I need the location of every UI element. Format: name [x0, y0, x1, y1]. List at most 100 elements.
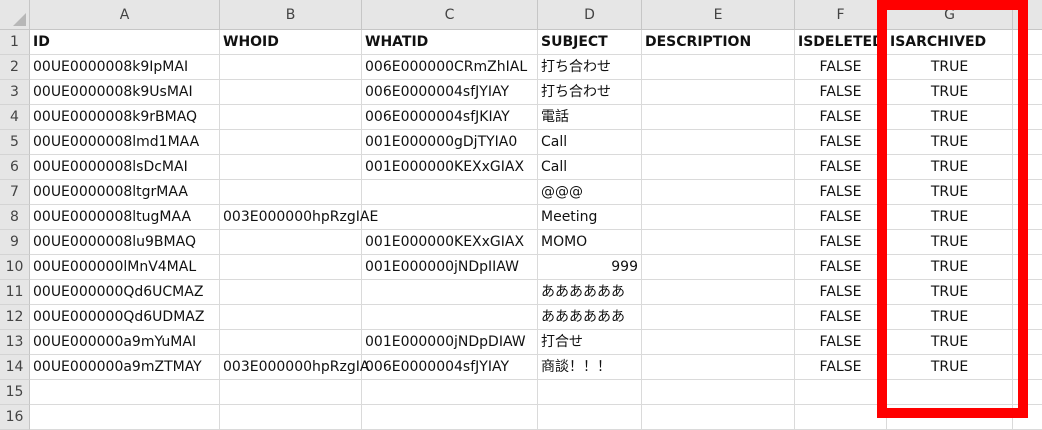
cell-e4[interactable] — [642, 105, 795, 130]
cell-c2[interactable]: 006E000000CRmZhIAL — [362, 55, 538, 80]
row-header-6[interactable]: 6 — [0, 155, 30, 180]
cell-f13[interactable]: FALSE — [795, 330, 887, 355]
cell-b3[interactable] — [220, 80, 362, 105]
cell-b10[interactable] — [220, 255, 362, 280]
cell-c16[interactable] — [362, 405, 538, 430]
cell-filler[interactable] — [1013, 355, 1042, 380]
cell-a4[interactable]: 00UE0000008k9rBMAQ — [30, 105, 220, 130]
cell-e7[interactable] — [642, 180, 795, 205]
cell-b12[interactable] — [220, 305, 362, 330]
cell-g4[interactable]: TRUE — [887, 105, 1013, 130]
row-header-12[interactable]: 12 — [0, 305, 30, 330]
cell-g14[interactable]: TRUE — [887, 355, 1013, 380]
cell-c5[interactable]: 001E000000gDjTYIA0 — [362, 130, 538, 155]
cell-d10[interactable]: 999 — [538, 255, 642, 280]
cell-d6[interactable]: Call — [538, 155, 642, 180]
cell-filler[interactable] — [1013, 55, 1042, 80]
cell-b2[interactable] — [220, 55, 362, 80]
cell-filler[interactable] — [1013, 330, 1042, 355]
cell-a8[interactable]: 00UE0000008ltugMAA — [30, 205, 220, 230]
cell-a1[interactable]: ID — [30, 30, 220, 55]
cell-g9[interactable]: TRUE — [887, 230, 1013, 255]
cell-e14[interactable] — [642, 355, 795, 380]
cell-e2[interactable] — [642, 55, 795, 80]
cell-f1[interactable]: ISDELETED — [795, 30, 887, 55]
cell-filler[interactable] — [1013, 155, 1042, 180]
cell-filler[interactable] — [1013, 380, 1042, 405]
cell-e13[interactable] — [642, 330, 795, 355]
cell-a14[interactable]: 00UE000000a9mZTMAY — [30, 355, 220, 380]
cell-c9[interactable]: 001E000000KEXxGIAX — [362, 230, 538, 255]
cell-a9[interactable]: 00UE0000008lu9BMAQ — [30, 230, 220, 255]
cell-b6[interactable] — [220, 155, 362, 180]
cell-f16[interactable] — [795, 405, 887, 430]
cell-d12[interactable]: ああああああ — [538, 305, 642, 330]
cell-a7[interactable]: 00UE0000008ltgrMAA — [30, 180, 220, 205]
cell-filler[interactable] — [1013, 230, 1042, 255]
row-header-8[interactable]: 8 — [0, 205, 30, 230]
row-header-13[interactable]: 13 — [0, 330, 30, 355]
cell-g11[interactable]: TRUE — [887, 280, 1013, 305]
column-header-d[interactable]: D — [538, 0, 642, 30]
cell-e16[interactable] — [642, 405, 795, 430]
cell-filler[interactable] — [1013, 255, 1042, 280]
cell-a5[interactable]: 00UE0000008lmd1MAA — [30, 130, 220, 155]
cell-filler[interactable] — [1013, 105, 1042, 130]
cell-g7[interactable]: TRUE — [887, 180, 1013, 205]
column-header-b[interactable]: B — [220, 0, 362, 30]
cell-g2[interactable]: TRUE — [887, 55, 1013, 80]
cell-e1[interactable]: DESCRIPTION — [642, 30, 795, 55]
cell-d7[interactable]: @@@ — [538, 180, 642, 205]
cell-d5[interactable]: Call — [538, 130, 642, 155]
cell-g12[interactable]: TRUE — [887, 305, 1013, 330]
cell-g3[interactable]: TRUE — [887, 80, 1013, 105]
cell-c3[interactable]: 006E0000004sfJYIAY — [362, 80, 538, 105]
cell-f14[interactable]: FALSE — [795, 355, 887, 380]
cell-b13[interactable] — [220, 330, 362, 355]
cell-g16[interactable] — [887, 405, 1013, 430]
cell-c8[interactable] — [362, 205, 538, 230]
cell-f2[interactable]: FALSE — [795, 55, 887, 80]
cell-b4[interactable] — [220, 105, 362, 130]
cell-f6[interactable]: FALSE — [795, 155, 887, 180]
cell-f5[interactable]: FALSE — [795, 130, 887, 155]
column-header-e[interactable]: E — [642, 0, 795, 30]
cell-d4[interactable]: 電話 — [538, 105, 642, 130]
row-header-16[interactable]: 16 — [0, 405, 30, 430]
cell-b7[interactable] — [220, 180, 362, 205]
cell-a3[interactable]: 00UE0000008k9UsMAI — [30, 80, 220, 105]
row-header-1[interactable]: 1 — [0, 30, 30, 55]
cell-c4[interactable]: 006E0000004sfJKIAY — [362, 105, 538, 130]
cell-d2[interactable]: 打ち合わせ — [538, 55, 642, 80]
cell-d8[interactable]: Meeting — [538, 205, 642, 230]
cell-a11[interactable]: 00UE000000Qd6UCMAZ — [30, 280, 220, 305]
cell-c1[interactable]: WHATID — [362, 30, 538, 55]
cell-filler[interactable] — [1013, 205, 1042, 230]
cell-a10[interactable]: 00UE000000lMnV4MAL — [30, 255, 220, 280]
row-header-11[interactable]: 11 — [0, 280, 30, 305]
cell-b15[interactable] — [220, 380, 362, 405]
cell-b11[interactable] — [220, 280, 362, 305]
cell-g5[interactable]: TRUE — [887, 130, 1013, 155]
cell-b14[interactable]: 003E000000hpRzgIA — [220, 355, 369, 380]
cell-e9[interactable] — [642, 230, 795, 255]
cell-g10[interactable]: TRUE — [887, 255, 1013, 280]
cell-e15[interactable] — [642, 380, 795, 405]
cell-b9[interactable] — [220, 230, 362, 255]
cell-c6[interactable]: 001E000000KEXxGIAX — [362, 155, 538, 180]
cell-a13[interactable]: 00UE000000a9mYuMAI — [30, 330, 220, 355]
cell-f7[interactable]: FALSE — [795, 180, 887, 205]
cell-d11[interactable]: ああああああ — [538, 280, 642, 305]
cell-e8[interactable] — [642, 205, 795, 230]
cell-g13[interactable]: TRUE — [887, 330, 1013, 355]
column-header-a[interactable]: A — [30, 0, 220, 30]
cell-filler[interactable] — [1013, 180, 1042, 205]
cell-a12[interactable]: 00UE000000Qd6UDMAZ — [30, 305, 220, 330]
column-header-c[interactable]: C — [362, 0, 538, 30]
row-header-14[interactable]: 14 — [0, 355, 30, 380]
cell-f11[interactable]: FALSE — [795, 280, 887, 305]
cell-c13[interactable]: 001E000000jNDpDIAW — [362, 330, 538, 355]
cell-e12[interactable] — [642, 305, 795, 330]
column-header-g[interactable]: G — [887, 0, 1013, 30]
cell-f3[interactable]: FALSE — [795, 80, 887, 105]
